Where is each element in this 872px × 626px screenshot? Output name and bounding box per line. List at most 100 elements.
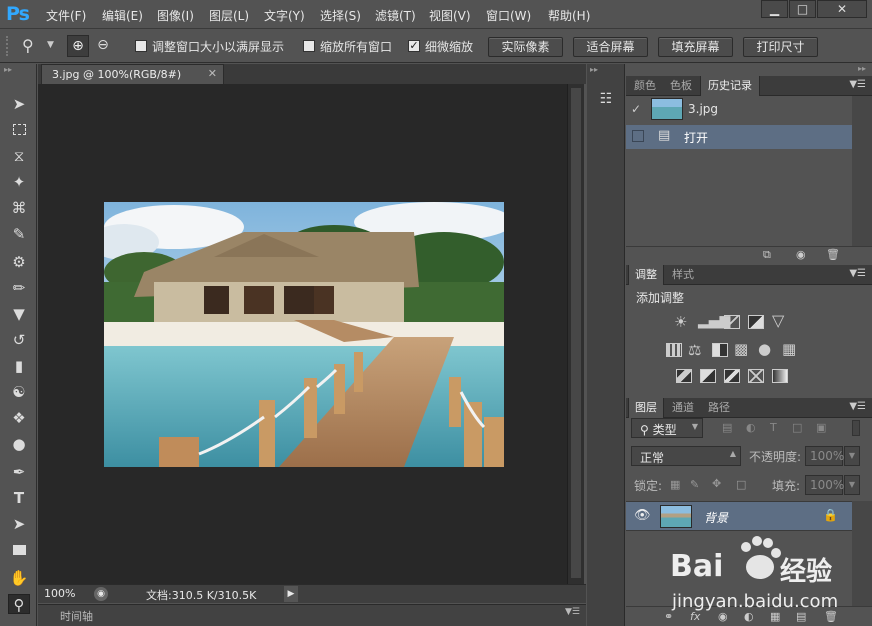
document-tab[interactable]: 3.jpg @ 100%(RGB/8#) ✕ bbox=[41, 64, 224, 84]
rectangle-tool-icon[interactable] bbox=[8, 540, 30, 560]
curves-icon[interactable] bbox=[724, 315, 740, 329]
scrollbar-thumb[interactable] bbox=[571, 88, 581, 578]
collapse-tools-icon[interactable]: ▸▸ bbox=[4, 65, 12, 74]
menu-layer[interactable]: 图层(L) bbox=[209, 7, 249, 24]
photo-filter-icon[interactable]: ▩ bbox=[734, 340, 748, 358]
fill-input[interactable]: 100% bbox=[805, 475, 844, 495]
delete-state-icon[interactable]: 🗑 bbox=[826, 248, 840, 261]
menu-type[interactable]: 文字(Y) bbox=[264, 7, 305, 24]
channel-mixer-icon[interactable]: ● bbox=[758, 340, 771, 358]
layer-filter-kind[interactable]: ⚲ 类型 ▼ bbox=[631, 418, 703, 438]
zoom-out-icon[interactable]: ⊖ bbox=[92, 35, 114, 57]
lock-all-icon[interactable]: □ bbox=[736, 478, 746, 491]
new-snapshot-icon[interactable]: ◉ bbox=[796, 248, 806, 261]
zoom-level[interactable]: 100% bbox=[44, 587, 75, 600]
history-snapshot[interactable]: ✓ 3.jpg bbox=[626, 96, 852, 124]
filter-shape-icon[interactable]: □ bbox=[792, 421, 802, 434]
tab-channels[interactable]: 通道 bbox=[666, 398, 700, 418]
timeline-menu-icon[interactable]: ▼☰ bbox=[565, 607, 580, 617]
selective-color-icon[interactable] bbox=[748, 369, 764, 383]
invert-icon[interactable] bbox=[676, 369, 692, 383]
layer-name[interactable]: 背景 bbox=[704, 509, 728, 526]
brightness-contrast-icon[interactable]: ☀ bbox=[674, 313, 687, 331]
eyedropper-tool-icon[interactable]: ✎ bbox=[8, 224, 30, 244]
scrubby-zoom-checkbox[interactable]: ✓ bbox=[408, 40, 420, 52]
lock-position-icon[interactable]: ✥ bbox=[712, 477, 721, 490]
layer-row[interactable]: 👁 背景 🔒 bbox=[626, 501, 852, 531]
gradient-map-icon[interactable] bbox=[772, 369, 788, 383]
lock-transparency-icon[interactable]: ▦ bbox=[670, 478, 680, 491]
threshold-icon[interactable] bbox=[724, 369, 740, 383]
minimize-button[interactable]: ▁ bbox=[761, 0, 788, 18]
resize-windows-checkbox[interactable] bbox=[135, 40, 147, 52]
tool-preset-chevron-down-icon[interactable]: ▼ bbox=[47, 40, 54, 50]
dodge-tool-icon[interactable]: ● bbox=[8, 434, 30, 454]
tab-history[interactable]: 历史记录 bbox=[700, 76, 760, 96]
filter-type-icon[interactable]: T bbox=[770, 421, 777, 434]
history-brush-tool-icon[interactable]: ↺ bbox=[8, 330, 30, 350]
zoom-all-windows-checkbox[interactable] bbox=[303, 40, 315, 52]
vibrance-icon[interactable]: ▽ bbox=[772, 311, 784, 330]
clone-stamp-tool-icon[interactable]: ▼ bbox=[8, 304, 30, 324]
document-info-icon[interactable]: ◉ bbox=[94, 587, 108, 601]
opacity-input[interactable]: 100% bbox=[805, 446, 844, 466]
tab-color[interactable]: 颜色 bbox=[628, 76, 662, 96]
brush-tool-icon[interactable]: ✏ bbox=[8, 278, 30, 298]
black-white-icon[interactable] bbox=[712, 343, 728, 357]
menu-view[interactable]: 视图(V) bbox=[429, 7, 471, 24]
new-document-from-state-icon[interactable]: ⧉ bbox=[763, 248, 771, 262]
timeline-label[interactable]: 时间轴 bbox=[60, 608, 93, 624]
close-document-icon[interactable]: ✕ bbox=[208, 67, 217, 80]
menu-edit[interactable]: 编辑(E) bbox=[102, 7, 143, 24]
fill-screen-button[interactable]: 填充屏幕 bbox=[658, 37, 733, 57]
eraser-tool-icon[interactable]: ▮ bbox=[8, 356, 30, 376]
history-dock-icon[interactable]: ☷ bbox=[595, 88, 617, 110]
history-state-checkbox[interactable] bbox=[632, 130, 644, 142]
path-selection-tool-icon[interactable]: ➤ bbox=[8, 514, 30, 534]
menu-filter[interactable]: 滤镜(T) bbox=[375, 7, 416, 24]
history-panel-menu-icon[interactable]: ▼☰ bbox=[849, 79, 866, 90]
lasso-tool-icon[interactable]: ⧖ bbox=[8, 146, 30, 166]
opacity-dropdown-icon[interactable]: ▼ bbox=[844, 446, 860, 466]
color-balance-icon[interactable]: ⚖ bbox=[688, 341, 701, 359]
blend-mode-select[interactable]: 正常 ▲ bbox=[631, 446, 741, 466]
filter-smart-object-icon[interactable]: ▣ bbox=[816, 421, 826, 434]
menu-image[interactable]: 图像(I) bbox=[157, 7, 194, 24]
hue-saturation-icon[interactable] bbox=[666, 343, 682, 357]
type-tool-icon[interactable]: T bbox=[8, 488, 30, 508]
collapse-dock-icon[interactable]: ▸▸ bbox=[590, 65, 598, 74]
status-menu-arrow-icon[interactable]: ▶ bbox=[284, 586, 298, 602]
adjustments-panel-menu-icon[interactable]: ▼☰ bbox=[849, 268, 866, 279]
history-scrollbar[interactable] bbox=[852, 96, 872, 246]
tab-paths[interactable]: 路径 bbox=[702, 398, 736, 418]
print-size-button[interactable]: 打印尺寸 bbox=[743, 37, 818, 57]
actual-pixels-button[interactable]: 实际像素 bbox=[488, 37, 563, 57]
magic-wand-tool-icon[interactable]: ✦ bbox=[8, 172, 30, 192]
close-button[interactable]: ✕ bbox=[817, 0, 867, 18]
fill-dropdown-icon[interactable]: ▼ bbox=[844, 475, 860, 495]
blur-tool-icon[interactable]: ❖ bbox=[8, 408, 30, 428]
lock-image-icon[interactable]: ✎ bbox=[690, 478, 699, 491]
fit-screen-button[interactable]: 适合屏幕 bbox=[573, 37, 648, 57]
vertical-scrollbar[interactable] bbox=[567, 84, 584, 584]
tab-adjustments[interactable]: 调整 bbox=[628, 265, 664, 285]
tab-swatches[interactable]: 色板 bbox=[664, 76, 698, 96]
color-lookup-icon[interactable]: ▦ bbox=[782, 340, 796, 358]
exposure-icon[interactable] bbox=[748, 315, 764, 329]
tab-styles[interactable]: 样式 bbox=[666, 265, 700, 285]
visibility-eye-icon[interactable]: 👁 bbox=[634, 508, 651, 523]
maximize-button[interactable]: □ bbox=[789, 0, 816, 18]
filter-adjustment-icon[interactable]: ◐ bbox=[746, 421, 756, 434]
zoom-tool-icon[interactable]: ⚲ bbox=[22, 36, 34, 55]
history-brush-source-icon[interactable]: ✓ bbox=[631, 102, 641, 116]
canvas-area[interactable] bbox=[38, 84, 567, 584]
menu-help[interactable]: 帮助(H) bbox=[548, 7, 590, 24]
posterize-icon[interactable] bbox=[700, 369, 716, 383]
zoom-tool-icon[interactable]: ⚲ bbox=[8, 594, 30, 614]
move-tool-icon[interactable]: ➤ bbox=[8, 94, 30, 114]
document-image[interactable] bbox=[104, 202, 504, 467]
history-state-row[interactable]: ▤ 打开 bbox=[626, 125, 852, 149]
healing-brush-tool-icon[interactable]: ⚙ bbox=[8, 252, 30, 272]
options-bar-grip[interactable] bbox=[6, 36, 12, 56]
tab-layers[interactable]: 图层 bbox=[628, 398, 664, 418]
